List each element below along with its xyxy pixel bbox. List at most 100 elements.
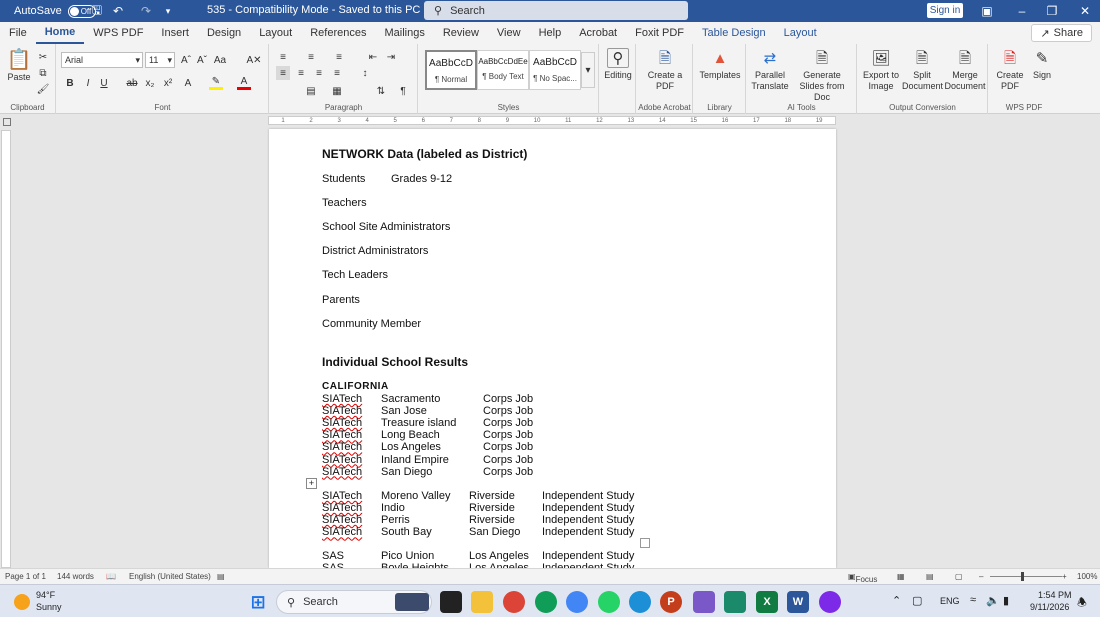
proofing-icon[interactable]: 📖 bbox=[106, 572, 116, 581]
vertical-ruler[interactable] bbox=[1, 130, 11, 568]
page-count[interactable]: Page 1 of 1 bbox=[5, 572, 46, 581]
sign-button[interactable]: ✎ Sign bbox=[1029, 48, 1055, 81]
share-button[interactable]: ↗ Share bbox=[1031, 24, 1092, 42]
format-painter-icon[interactable]: 🖌 bbox=[36, 82, 50, 96]
tab-insert[interactable]: Insert bbox=[152, 22, 198, 44]
font-color-icon[interactable]: A bbox=[237, 76, 251, 90]
tab-table-layout[interactable]: Layout bbox=[775, 22, 826, 44]
increase-indent-icon[interactable]: ⇥ bbox=[384, 50, 398, 64]
document-title[interactable]: 535 - Compatibility Mode - Saved to this… bbox=[207, 4, 420, 16]
create-pdf-button[interactable]: 🗎 Create PDF bbox=[993, 48, 1027, 92]
notifications-icon[interactable]: 🕭 bbox=[1077, 594, 1087, 613]
shrink-font-icon[interactable]: Aˇ bbox=[195, 53, 209, 67]
clock-time[interactable]: 1:54 PM bbox=[1038, 590, 1072, 600]
volume-icon[interactable]: 🔈 bbox=[986, 594, 1000, 607]
zoom-slider-thumb[interactable] bbox=[1021, 572, 1024, 581]
horizontal-ruler[interactable]: 1 2 3 4 5 6 7 8 9 10 11 12 13 14 15 16 17 18 19 bbox=[268, 116, 836, 125]
zoom-slider[interactable] bbox=[990, 576, 1062, 577]
zoom-in-icon[interactable]: + bbox=[1062, 572, 1067, 581]
line-spacing-icon[interactable]: ↕ bbox=[358, 66, 372, 80]
restore-icon[interactable]: ❐ bbox=[1043, 2, 1061, 20]
export-to-image-button[interactable]: 🖼 Export to Image bbox=[860, 48, 902, 92]
grow-font-icon[interactable]: Aˆ bbox=[179, 53, 193, 67]
tab-layout[interactable]: Layout bbox=[250, 22, 301, 44]
word-count[interactable]: 144 words bbox=[57, 572, 94, 581]
tab-acrobat[interactable]: Acrobat bbox=[570, 22, 626, 44]
close-icon[interactable]: ✕ bbox=[1076, 2, 1094, 20]
tab-design[interactable]: Design bbox=[198, 22, 250, 44]
chrome-icon-1[interactable] bbox=[503, 591, 525, 613]
chrome-icon-3[interactable] bbox=[566, 591, 588, 613]
align-left-icon[interactable]: ≡ bbox=[276, 66, 290, 80]
paste-button[interactable]: 📋 Paste bbox=[4, 50, 34, 83]
focus-button[interactable]: ▣ Focus bbox=[848, 572, 877, 584]
templates-button[interactable]: ▲ Templates bbox=[696, 48, 744, 81]
customize-qat-icon[interactable]: ▾ bbox=[160, 3, 176, 19]
table-resize-handle[interactable] bbox=[640, 538, 650, 548]
search-box[interactable]: ⚲ Search bbox=[424, 1, 688, 20]
subscript-icon[interactable]: x₂ bbox=[143, 76, 157, 90]
edge-icon[interactable] bbox=[629, 591, 651, 613]
tab-review[interactable]: Review bbox=[434, 22, 488, 44]
accessibility-icon[interactable]: ▤ bbox=[217, 572, 225, 581]
italic-icon[interactable]: I bbox=[81, 76, 95, 90]
numbering-icon[interactable]: ≡ bbox=[304, 50, 318, 64]
style-no-spacing[interactable]: AaBbCcD ¶ No Spac... bbox=[529, 50, 581, 90]
tab-file[interactable]: File bbox=[0, 22, 36, 44]
style-body-text[interactable]: AaBbCcDdEe ¶ Body Text bbox=[477, 50, 529, 90]
tab-wps-pdf[interactable]: WPS PDF bbox=[84, 22, 152, 44]
tab-table-design[interactable]: Table Design bbox=[693, 22, 775, 44]
minimize-icon[interactable]: – bbox=[1013, 2, 1031, 20]
zoom-level[interactable]: 100% bbox=[1077, 572, 1097, 581]
table-move-handle-icon[interactable]: + bbox=[306, 478, 317, 489]
underline-icon[interactable]: U bbox=[97, 76, 111, 90]
bullets-icon[interactable]: ≡ bbox=[276, 50, 290, 64]
document-page[interactable]: ▀▀▀▀▀▀▀▀▀▀▀▀▀▀▀ NETWORK Data (labeled as… bbox=[269, 129, 836, 568]
merge-document-button[interactable]: 🗎 Merge Document bbox=[944, 48, 986, 92]
ribbon-display-icon[interactable]: ▣ bbox=[978, 2, 996, 20]
align-center-icon[interactable]: ≡ bbox=[294, 66, 308, 80]
show-formatting-icon[interactable]: ¶ bbox=[396, 84, 410, 98]
decrease-indent-icon[interactable]: ⇤ bbox=[366, 50, 380, 64]
borders-icon[interactable]: ▦ bbox=[330, 84, 344, 98]
save-icon[interactable]: 🖫 bbox=[89, 3, 105, 19]
style-normal[interactable]: AaBbCcD ¶ Normal bbox=[425, 50, 477, 90]
cut-icon[interactable]: ✂ bbox=[36, 50, 50, 64]
autosave-toggle[interactable]: AutoSave Off bbox=[14, 4, 96, 18]
tray-app-icon[interactable]: ▢ bbox=[912, 594, 922, 607]
bold-icon[interactable]: B bbox=[63, 76, 77, 90]
tab-foxit-pdf[interactable]: Foxit PDF bbox=[626, 22, 693, 44]
battery-icon[interactable]: ▮ bbox=[1003, 594, 1009, 607]
read-mode-icon[interactable]: ▦ bbox=[897, 572, 905, 581]
start-icon[interactable]: ⊞ bbox=[247, 591, 269, 613]
tray-overflow-icon[interactable]: ⌃ bbox=[892, 594, 901, 607]
clear-formatting-icon[interactable]: A✕ bbox=[246, 53, 261, 67]
sort-icon[interactable]: ⇅ bbox=[374, 84, 388, 98]
wifi-icon[interactable]: ≈ bbox=[970, 594, 976, 606]
task-view-icon[interactable] bbox=[440, 591, 462, 613]
clock-date[interactable]: 9/11/2026 bbox=[1030, 602, 1069, 612]
styles-more-icon[interactable]: ▾ bbox=[581, 52, 595, 88]
undo-icon[interactable]: ↶ bbox=[110, 3, 126, 19]
whatsapp-icon[interactable] bbox=[598, 591, 620, 613]
highlight-icon[interactable]: ✎ bbox=[209, 76, 223, 90]
language[interactable]: English (United States) bbox=[129, 572, 211, 581]
shading-icon[interactable]: ▤ bbox=[304, 84, 318, 98]
justify-icon[interactable]: ≡ bbox=[330, 66, 344, 80]
strikethrough-icon[interactable]: ab bbox=[125, 76, 139, 90]
tab-help[interactable]: Help bbox=[530, 22, 571, 44]
print-layout-icon[interactable]: ▤ bbox=[926, 572, 934, 581]
snipping-tool-icon[interactable] bbox=[693, 591, 715, 613]
file-explorer-icon[interactable] bbox=[471, 591, 493, 613]
tab-view[interactable]: View bbox=[488, 22, 530, 44]
powerpoint-icon[interactable]: P bbox=[660, 591, 682, 613]
weather-temp[interactable]: 94°F bbox=[36, 590, 55, 600]
align-right-icon[interactable]: ≡ bbox=[312, 66, 326, 80]
sign-in-button[interactable]: Sign in bbox=[927, 3, 963, 18]
tab-home[interactable]: Home bbox=[35, 22, 85, 44]
superscript-icon[interactable]: x² bbox=[161, 76, 175, 90]
copy-icon[interactable]: ⧉ bbox=[36, 66, 50, 80]
weather-sun-icon[interactable] bbox=[14, 594, 30, 610]
tab-selector[interactable] bbox=[3, 118, 11, 126]
editing-button[interactable]: ⚲ Editing bbox=[601, 48, 635, 81]
